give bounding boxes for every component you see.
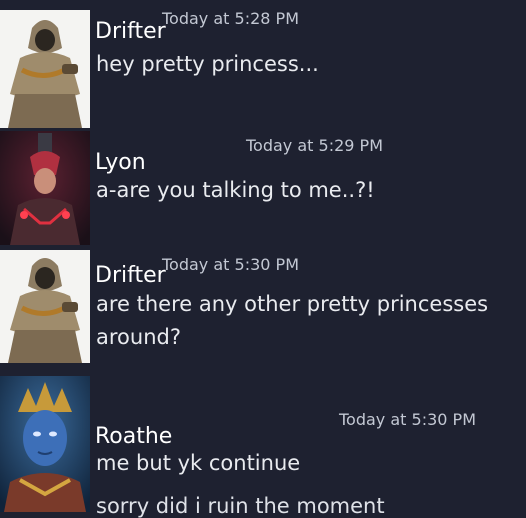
timestamp: Today at 5:30 PM <box>339 410 476 429</box>
author-name[interactable]: Drifter <box>95 265 166 287</box>
author-name[interactable]: Lyon <box>95 152 146 174</box>
timestamp: Today at 5:29 PM <box>246 136 383 155</box>
timestamp: Today at 5:28 PM <box>162 9 299 28</box>
message-text: a-are you talking to me..?! <box>96 178 375 202</box>
timestamp: Today at 5:30 PM <box>162 255 299 274</box>
author-name[interactable]: Drifter <box>95 21 166 43</box>
roathe-avatar[interactable] <box>0 376 90 512</box>
drifter-avatar[interactable] <box>0 250 90 363</box>
message-text: me but yk continue <box>96 451 301 475</box>
drifter-avatar[interactable] <box>0 10 90 128</box>
message-text: hey pretty princess... <box>96 52 319 76</box>
message-text: around? <box>96 325 181 349</box>
author-name[interactable]: Roathe <box>95 426 172 448</box>
message-text: sorry did i ruin the moment <box>96 494 385 518</box>
lyon-avatar[interactable] <box>0 131 90 245</box>
message-text: are there any other pretty princesses <box>96 292 489 316</box>
